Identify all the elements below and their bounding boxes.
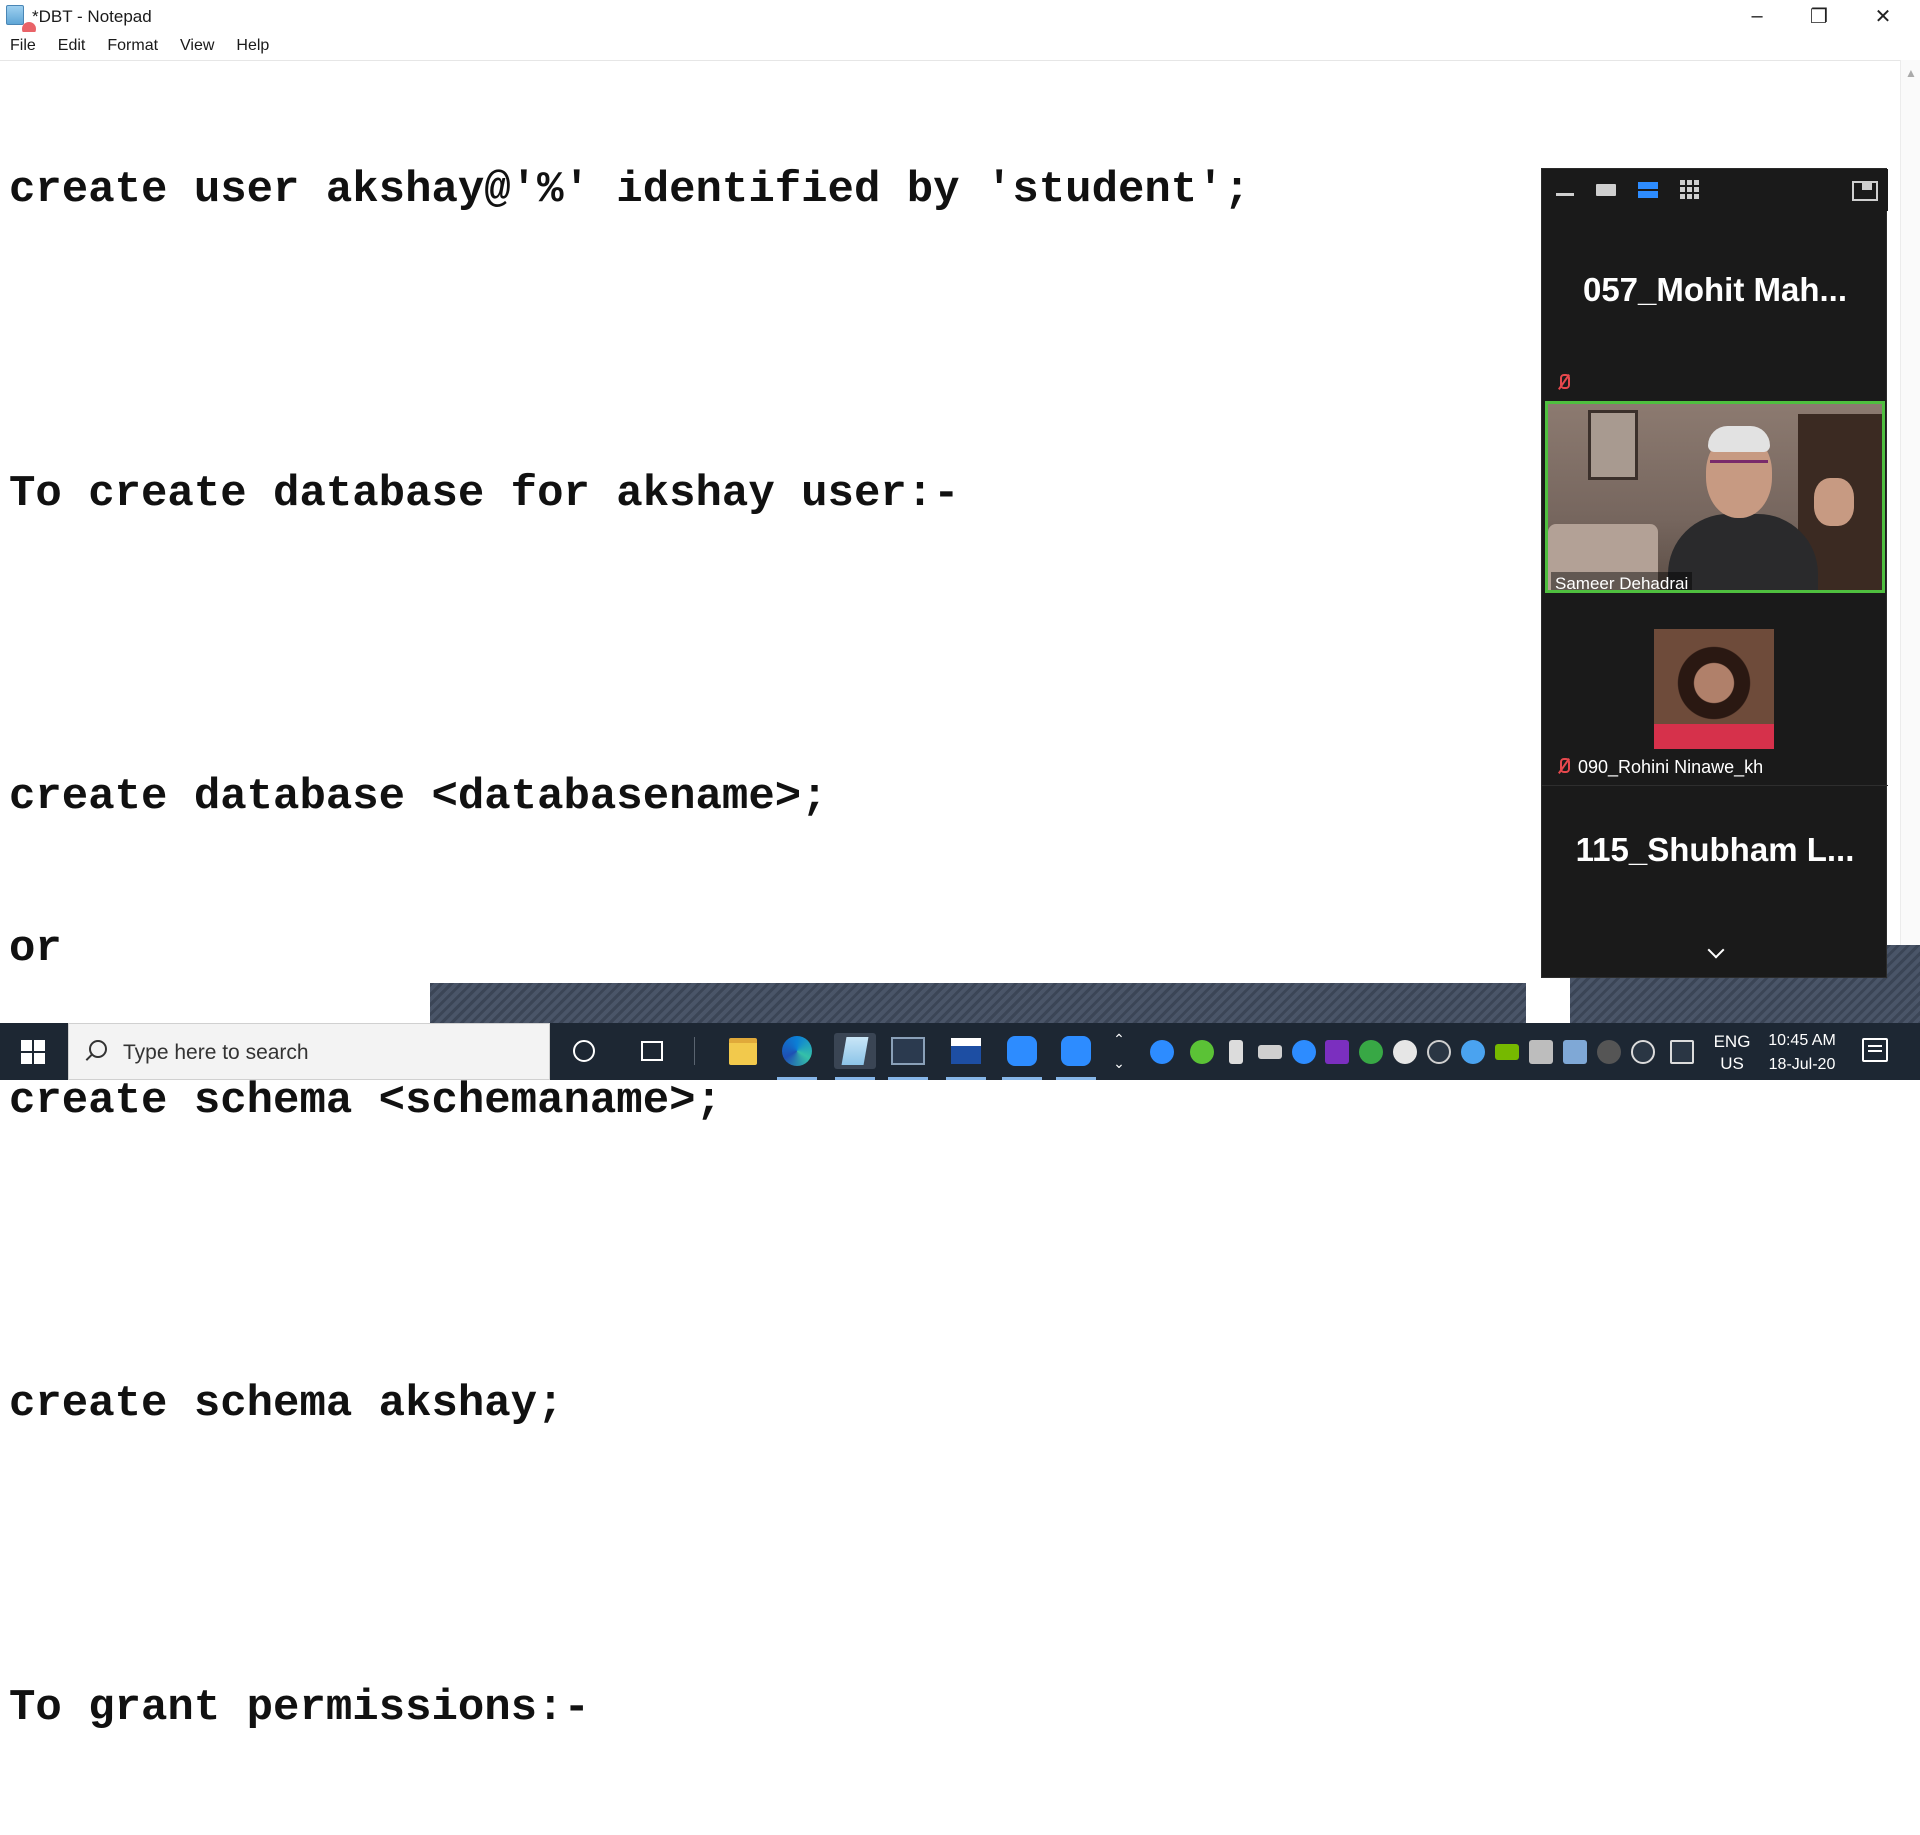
- muted-mic-icon: [1554, 757, 1572, 775]
- shield-check-tray-icon[interactable]: [1190, 1040, 1214, 1064]
- editor-line: create schema <schemaname>;: [9, 1075, 722, 1126]
- screen-share-overlay: [430, 983, 1526, 1023]
- editor-line: create user akshay@'%' identified by 'st…: [9, 165, 1251, 216]
- language-code: ENG: [1713, 1032, 1751, 1051]
- notepad-app-icon: [6, 5, 24, 25]
- cortana-icon[interactable]: [566, 1033, 602, 1069]
- participant-video-tile[interactable]: Sameer Dehadrai: [1545, 401, 1885, 593]
- windows-logo-icon: [21, 1039, 45, 1064]
- taskbar-divider: [694, 1037, 695, 1065]
- participant-name: 057_Mohit Mah...: [1582, 271, 1848, 308]
- security-shield-icon[interactable]: [1393, 1040, 1417, 1064]
- device-tray-icon[interactable]: [1529, 1040, 1553, 1064]
- thumbnail-view-icon[interactable]: [1637, 179, 1659, 199]
- battery-tray-icon[interactable]: [1258, 1045, 1282, 1059]
- microphone-tray-icon[interactable]: [1229, 1040, 1243, 1064]
- menu-edit[interactable]: Edit: [54, 35, 94, 57]
- window-title: *DBT - Notepad: [32, 7, 152, 26]
- volume-icon[interactable]: [1631, 1040, 1655, 1064]
- zoom-meeting-icon[interactable]: [1058, 1033, 1094, 1069]
- close-button[interactable]: ✕: [1852, 0, 1914, 32]
- menu-file[interactable]: File: [6, 35, 44, 57]
- editor-line: To grant permissions:-: [9, 1683, 590, 1733]
- video-feed-detail: [1588, 410, 1638, 480]
- onenote-tray-icon[interactable]: [1325, 1040, 1349, 1064]
- participant-tile[interactable]: 057_Mohit Mah...: [1542, 211, 1888, 399]
- zoom-tray-icon[interactable]: [1292, 1040, 1316, 1064]
- video-feed-detail: [1710, 460, 1768, 472]
- tile-divider: [1542, 785, 1888, 786]
- zoom-icon[interactable]: [1004, 1033, 1040, 1069]
- title-bar: *DBT - Notepad – ❐ ✕: [0, 0, 1920, 36]
- network-tray-icon[interactable]: [1563, 1040, 1587, 1064]
- editor-line: To create database for akshay user:-: [9, 468, 960, 519]
- menu-view[interactable]: View: [176, 35, 222, 57]
- video-feed-detail: [1814, 478, 1854, 526]
- minimize-button[interactable]: –: [1726, 0, 1788, 32]
- editor-line: or: [9, 924, 62, 975]
- wifi-icon[interactable]: [1427, 1040, 1451, 1064]
- system-clock[interactable]: 10:45 AM 18-Jul-20: [1762, 1029, 1842, 1077]
- clock-time: 10:45 AM: [1768, 1032, 1836, 1049]
- update-tray-icon[interactable]: [1359, 1040, 1383, 1064]
- notepad-taskbar-icon[interactable]: [834, 1033, 876, 1069]
- participant-name: 090_Rohini Ninawe_kh: [1578, 757, 1764, 777]
- editor-line: create schema akshay;: [9, 1379, 564, 1430]
- file-explorer-icon[interactable]: [725, 1033, 761, 1069]
- task-view-icon[interactable]: [634, 1033, 670, 1069]
- pen-workspace-icon[interactable]: [1670, 1040, 1694, 1064]
- show-hidden-icons-chevron-icon[interactable]: ⌃ ⌄: [1110, 1027, 1128, 1077]
- action-center-icon[interactable]: [1862, 1038, 1888, 1062]
- nvidia-tray-icon[interactable]: [1495, 1044, 1519, 1060]
- search-placeholder: Type here to search: [123, 1041, 309, 1064]
- taskbar-search[interactable]: Type here to search: [68, 1023, 550, 1080]
- menu-help[interactable]: Help: [232, 35, 277, 57]
- taskbar: Type here to search ⌃ ⌄ ENG US 10:45 AM 1…: [0, 1023, 1920, 1080]
- search-icon: [85, 1040, 107, 1060]
- participant-tile[interactable]: 115_Shubham L...: [1542, 787, 1888, 937]
- start-button[interactable]: [0, 1023, 66, 1080]
- edge-browser-icon[interactable]: [779, 1033, 815, 1069]
- app-tray-icon[interactable]: [1597, 1040, 1621, 1064]
- chevron-down-icon[interactable]: [1705, 942, 1725, 962]
- muted-mic-icon: [1554, 373, 1572, 391]
- hide-video-panel-icon[interactable]: [1554, 179, 1576, 199]
- participant-name: Sameer Dehadrai: [1551, 572, 1693, 590]
- active-speaker-view-icon[interactable]: [1595, 179, 1617, 199]
- editor-content: create user akshay@'%' identified by 'st…: [9, 64, 1250, 1835]
- bluetooth-snowflake-icon[interactable]: [1461, 1040, 1485, 1064]
- editor-line: create database <databasename>;: [9, 772, 828, 823]
- restore-button[interactable]: ❐: [1788, 0, 1850, 32]
- region-code: US: [1720, 1054, 1744, 1073]
- clock-date: 18-Jul-20: [1768, 1056, 1836, 1073]
- participant-name: 115_Shubham L...: [1575, 831, 1855, 868]
- zoom-participant-panel: 057_Mohit Mah... Sameer Dehadrai 090_Roh…: [1541, 168, 1888, 978]
- help-tray-icon[interactable]: [1150, 1040, 1174, 1064]
- input-language[interactable]: ENG US: [1712, 1031, 1752, 1075]
- mysql-console-icon[interactable]: [890, 1033, 926, 1069]
- vertical-scrollbar[interactable]: ▲: [1900, 60, 1920, 1015]
- gallery-view-icon[interactable]: [1679, 179, 1701, 199]
- video-feed-detail: [1708, 426, 1770, 452]
- menu-format[interactable]: Format: [103, 35, 166, 57]
- exit-minimized-view-icon[interactable]: [1852, 179, 1878, 201]
- scroll-up-icon[interactable]: ▲: [1905, 66, 1917, 80]
- workbench-icon[interactable]: [948, 1033, 984, 1069]
- menu-bar: File Edit Format View Help: [0, 32, 1920, 60]
- participant-avatar-detail: [1654, 724, 1774, 749]
- zoom-view-toolbar: [1542, 169, 1888, 211]
